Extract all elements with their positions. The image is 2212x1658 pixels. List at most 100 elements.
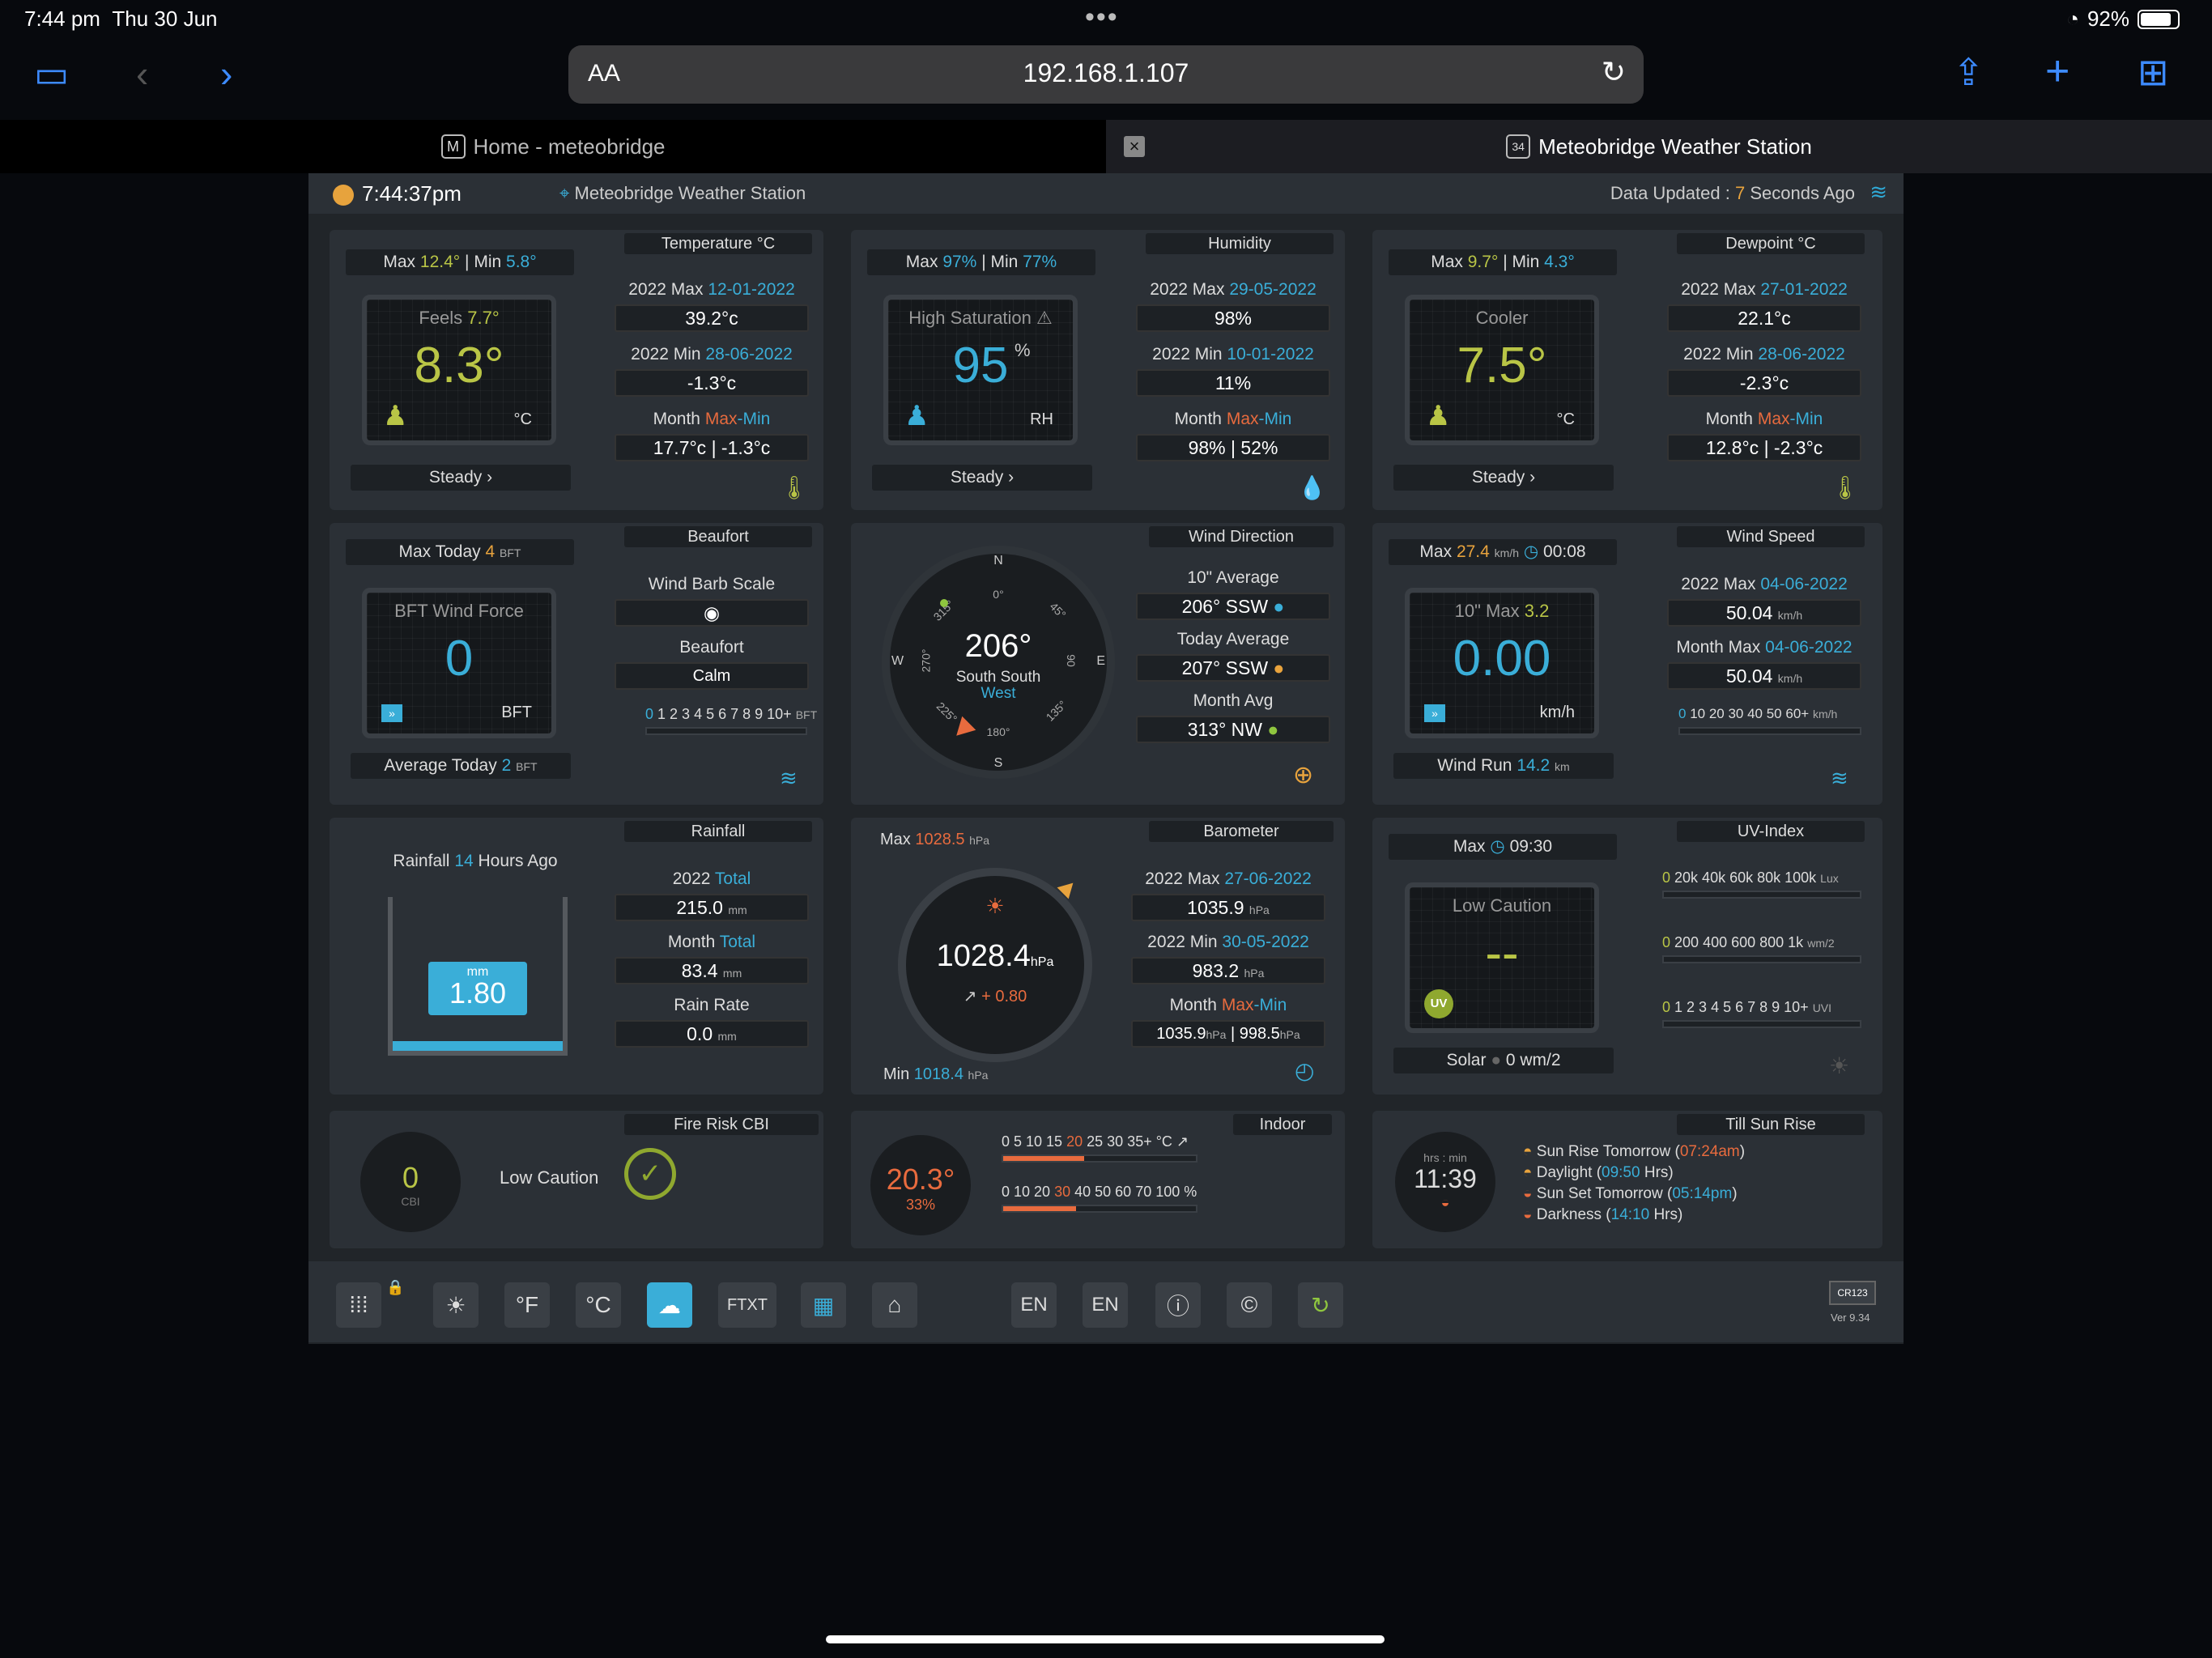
baro-month: 1035.9hPa | 998.5hPa: [1131, 1020, 1325, 1048]
back-icon[interactable]: ‹: [136, 55, 148, 92]
ftxt-button[interactable]: FTXT: [718, 1282, 776, 1328]
house-icon[interactable]: ⌂: [872, 1282, 917, 1328]
hum-value: 95: [952, 338, 1009, 393]
uv-lux-scale: 0 20k 40k 60k 80k 100k Lux: [1662, 869, 1839, 886]
sun-panel: Till Sun Rise hrs : min 11:39 ◒ ◓ Sun Ri…: [1372, 1111, 1882, 1248]
version-text: Ver 9.34: [1831, 1312, 1870, 1324]
wind-run: Wind Run 14.2 km: [1393, 753, 1614, 779]
reload-icon[interactable]: ↻: [1602, 55, 1626, 89]
data-updated: Data Updated : 7 Seconds Ago: [1610, 183, 1855, 203]
daylight: ◓ Daylight (09:50 Hrs): [1523, 1164, 1674, 1181]
thermometer-icon: 🌡: [780, 475, 809, 500]
sun-countdown: 11:39: [1414, 1164, 1477, 1193]
wdir-10min: 206° SSW ●: [1136, 593, 1330, 620]
wind-waves-icon: ≋: [780, 766, 798, 790]
uv-index-scale: 0 1 2 3 4 5 6 7 8 9 10+ UVI: [1662, 999, 1832, 1015]
rain-year-total: 215.0 mm: [615, 894, 809, 921]
wind-arrow-icon: »: [1424, 704, 1445, 722]
hum-year-max-label: 2022 Max 29-05-2022: [1150, 280, 1317, 299]
wspd-month-max-label: Month Max 04-06-2022: [1676, 638, 1853, 657]
uv-max: Max ◷ 09:30: [1389, 834, 1617, 860]
person-icon: ♟: [1426, 401, 1451, 432]
hum-title: Humidity: [1146, 233, 1334, 254]
refresh-icon[interactable]: ↻: [1298, 1282, 1343, 1328]
url-text[interactable]: 192.168.1.107: [568, 58, 1644, 88]
language-button-2[interactable]: EN: [1083, 1282, 1128, 1328]
close-tab-icon[interactable]: ×: [1124, 136, 1145, 157]
tab-meteobridge-weather-station[interactable]: × 34 Meteobridge Weather Station: [1106, 120, 2212, 173]
bft-max-today: Max Today 4 BFT: [346, 539, 574, 565]
menu-grid-icon[interactable]: ⁞⁞⁞: [336, 1282, 381, 1328]
theme-light-icon[interactable]: ☀: [433, 1282, 479, 1328]
celsius-button[interactable]: °C: [576, 1282, 621, 1328]
share-icon[interactable]: ⇪: [1953, 53, 1984, 91]
temp-trend[interactable]: Steady ›: [351, 465, 571, 491]
hum-screen: High Saturation ⚠ 95 % RH ♟: [883, 295, 1078, 445]
wspd-screen: 10" Max 3.2 0.00 km/h »: [1405, 588, 1599, 738]
tab-overview-icon[interactable]: ⊞: [2138, 53, 2169, 91]
baro-year-min-label: 2022 Min 30-05-2022: [1147, 933, 1309, 951]
uv-state: Low Caution: [1452, 895, 1552, 916]
wspd-screen-label: 10" Max 3.2: [1454, 601, 1550, 621]
bft-average-today: Average Today 2 BFT: [351, 753, 571, 779]
dew-month-label: Month Max-Min: [1705, 410, 1823, 428]
temp-year-min: -1.3°c: [615, 369, 809, 397]
sidebar-icon[interactable]: ▭: [34, 55, 69, 92]
multitasking-dots[interactable]: •••: [1085, 2, 1119, 33]
dew-trend[interactable]: Steady ›: [1393, 465, 1614, 491]
rain-month-total: 83.4 mm: [615, 957, 809, 984]
hum-trend[interactable]: Steady ›: [872, 465, 1092, 491]
feels-like: Feels 7.7°: [419, 308, 500, 328]
baro-title: Barometer: [1149, 821, 1334, 842]
baro-month-label: Month Max-Min: [1169, 996, 1287, 1014]
temp-month-label: Month Max-Min: [653, 410, 771, 428]
battery-icon: [2138, 9, 2180, 29]
dew-screen: Cooler 7.5° °C ♟: [1405, 295, 1599, 445]
status-time: 7:44 pm Thu 30 Jun: [24, 6, 218, 31]
tab-home-meteobridge[interactable]: M Home - meteobridge: [0, 120, 1106, 173]
dew-state: Cooler: [1475, 308, 1529, 328]
barb-label: Wind Barb Scale: [648, 575, 776, 593]
temp-title: Temperature °C: [624, 233, 812, 254]
baro-year-min: 983.2 hPa: [1131, 957, 1325, 984]
lock-icon[interactable]: 🔒: [386, 1279, 404, 1296]
calendar-icon[interactable]: ▦: [801, 1282, 846, 1328]
bft-unit: BFT: [501, 704, 532, 721]
hum-percent: %: [1015, 340, 1031, 360]
fire-state: Low Caution: [500, 1167, 599, 1188]
droplet-icon: 💧: [1298, 475, 1326, 500]
hum-state: High Saturation ⚠: [908, 308, 1053, 328]
person-icon: ♟: [904, 401, 929, 432]
wspd-unit: km/h: [1539, 704, 1575, 721]
wdir-today: 207° SSW ●: [1136, 654, 1330, 682]
baro-max: Max 1028.5 hPa: [880, 831, 990, 848]
home-indicator[interactable]: [826, 1635, 1385, 1643]
copyright-icon[interactable]: ©: [1227, 1282, 1272, 1328]
uv-value: --: [1485, 925, 1519, 981]
new-tab-icon[interactable]: +: [2045, 50, 2069, 92]
indoor-temp-fill: [1003, 1156, 1084, 1161]
battery-percent: 92%: [2087, 6, 2129, 31]
sun-times: ◓ Sun Rise Tomorrow (07:24am) ◓ Daylight…: [1523, 1141, 1745, 1226]
wspd-year-max: 50.04 km/h: [1667, 599, 1861, 627]
baro-year-max: 1035.9 hPa: [1131, 894, 1325, 921]
weather-dashboard: 7:44:37pm ⌖ Meteobridge Weather Station …: [308, 173, 1904, 1344]
baro-min: Min 1018.4 hPa: [883, 1065, 989, 1083]
bft-title: Beaufort: [624, 526, 812, 547]
temp-max-min: Max 12.4° | Min 5.8°: [346, 249, 574, 275]
info-icon[interactable]: ⓘ: [1155, 1282, 1201, 1328]
header-clock: 7:44:37pm: [333, 181, 462, 206]
favicon-icon: M: [440, 134, 466, 159]
language-button-1[interactable]: EN: [1011, 1282, 1057, 1328]
forward-icon[interactable]: ›: [220, 55, 232, 92]
address-bar[interactable]: AA 192.168.1.107 ↻: [568, 45, 1644, 104]
fire-value: 0: [402, 1161, 419, 1194]
solar: Solar ● 0 wm/2: [1393, 1048, 1614, 1073]
weather-cloud-icon[interactable]: ☁: [647, 1282, 692, 1328]
dew-year-min-label: 2022 Min 28-06-2022: [1683, 345, 1845, 363]
barometer-panel: Max 1028.5 hPa Barometer ☀ 1028.4hPa ↗ +…: [851, 818, 1345, 1095]
fire-dial: 0 CBI: [360, 1132, 461, 1232]
logo-badge: CR123: [1829, 1281, 1876, 1305]
tab-label: Home - meteobridge: [473, 134, 666, 159]
fahrenheit-button[interactable]: °F: [504, 1282, 550, 1328]
